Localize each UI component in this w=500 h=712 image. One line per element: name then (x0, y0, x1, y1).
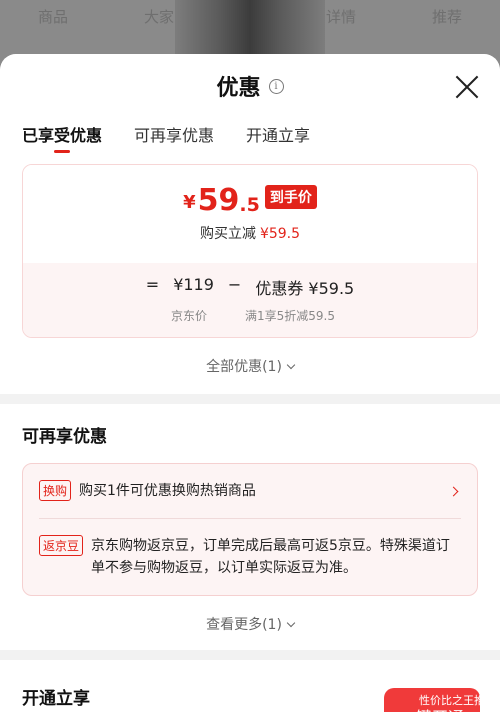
benefit-row-jingdou: 返京豆 京东购物返京豆，订单完成后最高可返5京豆。特殊渠道订单不参与购物返豆，以… (39, 518, 461, 595)
background-tab: 推荐 (431, 8, 462, 26)
price-currency: ¥ (183, 192, 196, 213)
see-more-toggle[interactable]: 查看更多(1) (22, 614, 478, 634)
background-tab: 详情 (325, 8, 356, 26)
final-price: ¥ 59 .5 到手价 (23, 185, 477, 217)
sheet-top: 优惠 i 已享受优惠 可再享优惠 开通立享 ¥ 59 .5 到手价 购买立减 ¥5… (0, 54, 500, 394)
background-tab: 商品 (37, 8, 68, 26)
see-more-label: 查看更多(1) (206, 617, 282, 633)
formula-coupon: 优惠券 ¥59.5 (255, 279, 355, 298)
offer-tabs: 已享受优惠 可再享优惠 开通立享 (0, 118, 500, 164)
price-decimal: .5 (239, 194, 260, 216)
price-card: ¥ 59 .5 到手价 购买立减 ¥59.5 = ¥119 − 优惠券 ¥59.5… (22, 164, 478, 338)
close-icon[interactable] (454, 74, 480, 100)
offers-sheet: 优惠 i 已享受优惠 可再享优惠 开通立享 ¥ 59 .5 到手价 购买立减 ¥5… (0, 54, 500, 712)
all-offers-toggle[interactable]: 全部优惠(1) (0, 356, 500, 376)
benefit-text: 购买1件可优惠换购热销商品 (79, 483, 256, 499)
sheet-title: 优惠 (216, 76, 261, 101)
formula-labels: 京东价 满1享5折减59.5 (23, 307, 477, 324)
final-price-badge: 到手价 (264, 185, 317, 209)
discount-label: 购买立减 (199, 226, 256, 242)
chevron-right-icon[interactable] (448, 486, 459, 497)
formula-line: = ¥119 − 优惠券 ¥59.5 (23, 275, 477, 299)
open-to-enjoy-section: 开通立享 一键开通 性价比之王推荐 (0, 660, 500, 712)
formula-minus: − (227, 275, 242, 294)
price-summary: ¥ 59 .5 到手价 购买立减 ¥59.5 (23, 165, 477, 263)
coupon-rule-label: 满1享5折减59.5 (245, 309, 335, 323)
discount-summary: 购买立减 ¥59.5 (23, 223, 477, 243)
tab-enjoyed-offers[interactable]: 已享受优惠 (22, 118, 102, 164)
sheet-header: 优惠 i (0, 54, 500, 118)
section-title: 可再享优惠 (22, 427, 107, 447)
chevron-down-icon (286, 360, 296, 370)
info-icon[interactable]: i (268, 78, 284, 94)
tab-more-offers[interactable]: 可再享优惠 (134, 118, 214, 164)
background-tab: 大家 (143, 8, 174, 26)
benefit-row-exchange[interactable]: 换购 购买1件可优惠换购热销商品 (39, 464, 461, 518)
tab-open-to-enjoy[interactable]: 开通立享 (246, 118, 310, 164)
watermark-text: 性价比之王推荐 (419, 694, 496, 707)
all-offers-label: 全部优惠(1) (206, 359, 282, 375)
benefit-text: 京东购物返京豆，订单完成后最高可返5京豆。特殊渠道订单不参与购物返豆，以订单实际… (91, 538, 450, 576)
benefit-tag: 换购 (39, 480, 72, 501)
more-offers-section: 可再享优惠 换购 购买1件可优惠换购热销商品 返京豆 京东购物返京豆，订单完成后… (0, 404, 500, 650)
formula-equals: = (145, 275, 160, 294)
discount-value: ¥59.5 (259, 226, 301, 242)
chevron-down-icon (286, 618, 296, 628)
formula-base-price: ¥119 (173, 275, 214, 294)
price-integer: 59 (197, 183, 240, 218)
benefit-list: 换购 购买1件可优惠换购热销商品 返京豆 京东购物返京豆，订单完成后最高可返5京… (22, 463, 478, 596)
base-price-label: 京东价 (170, 309, 207, 323)
background-tabs: 商品 大家 详情 推荐 (0, 6, 500, 27)
benefit-tag: 返京豆 (39, 535, 84, 556)
price-formula: = ¥119 − 优惠券 ¥59.5 京东价 满1享5折减59.5 (23, 263, 477, 337)
